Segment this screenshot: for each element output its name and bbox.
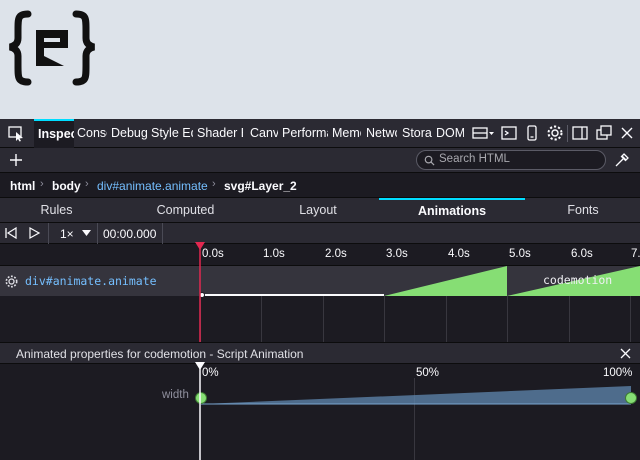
tick-label: 1.0s	[263, 248, 285, 260]
current-time-label: 00:00.000	[103, 227, 157, 241]
tab-memory[interactable]: Memory	[332, 119, 361, 148]
chevron-down-icon	[82, 230, 91, 236]
toolbar-divider	[48, 223, 49, 244]
search-html-input[interactable]: Search HTML	[416, 150, 606, 170]
breadcrumb-html[interactable]: html	[10, 179, 35, 193]
responsive-design-icon[interactable]	[522, 123, 542, 143]
close-icon[interactable]	[619, 347, 632, 360]
animation-timeline: 0.0s 1.0s 2.0s 3.0s 4.0s 5.0s 6.0s 7.0s …	[0, 242, 640, 342]
animation-name-label: codemotion	[543, 273, 613, 287]
tab-layout[interactable]: Layout	[252, 198, 384, 223]
tab-network[interactable]: Network	[366, 119, 397, 148]
breadcrumb-body[interactable]: body	[52, 179, 81, 193]
animated-properties-header: Animated properties for codemotion - Scr…	[0, 342, 640, 364]
percent-label: 100%	[603, 367, 633, 379]
animation-row[interactable]: div#animate.animate codemotion	[0, 266, 640, 296]
tab-rules[interactable]: Rules	[0, 198, 113, 223]
tab-animations[interactable]: Animations	[379, 198, 525, 223]
toolbar-divider	[567, 125, 568, 142]
eyedropper-icon[interactable]	[613, 151, 631, 169]
breadcrumb: html › body › div#animate.animate › svg#…	[0, 173, 640, 198]
devtools-tabbar: Inspector Console Debugger Style Editor …	[0, 119, 640, 148]
markup-toolbar: Search HTML	[0, 148, 640, 173]
toolbar-divider	[162, 223, 163, 244]
tab-storage[interactable]: Storage	[402, 119, 432, 148]
tab-style-editor[interactable]: Style Editor	[151, 119, 193, 148]
tab-dom[interactable]: DOM	[436, 119, 464, 148]
animated-properties-title: Animated properties for codemotion - Scr…	[16, 347, 304, 361]
play-icon[interactable]	[26, 225, 42, 241]
search-placeholder: Search HTML	[439, 153, 510, 165]
tab-canvas[interactable]: Canvas	[250, 119, 278, 148]
property-name: width	[162, 389, 189, 401]
overflow-tabs-icon[interactable]	[471, 123, 495, 143]
breadcrumb-separator-icon: ›	[40, 178, 44, 190]
tab-performance[interactable]: Performance	[282, 119, 328, 148]
breadcrumb-separator-icon: ›	[212, 178, 216, 190]
target-node-icon[interactable]	[5, 275, 18, 288]
breadcrumb-svg-layer[interactable]: svg#Layer_2	[224, 179, 297, 193]
split-console-icon[interactable]	[499, 123, 519, 143]
tick-label: 2.0s	[325, 248, 347, 260]
playback-rate-value: 1×	[60, 227, 74, 241]
rewind-icon[interactable]	[3, 225, 19, 241]
tick-label: 4.0s	[448, 248, 470, 260]
tab-fonts[interactable]: Fonts	[526, 198, 640, 223]
toolbar-divider	[97, 223, 98, 244]
sidebar-tabs: Rules Computed Layout Animations Fonts	[0, 198, 640, 223]
animated-properties-pane: 0% 50% 100% width	[0, 362, 640, 460]
tab-debugger[interactable]: Debugger	[111, 119, 147, 148]
page-viewport	[0, 0, 640, 119]
scrubber-playhead[interactable]	[194, 242, 206, 342]
search-icon	[424, 155, 435, 166]
tab-computed[interactable]: Computed	[120, 198, 251, 223]
tab-inspector[interactable]: Inspector	[34, 119, 74, 148]
breadcrumb-div-animate[interactable]: div#animate.animate	[97, 179, 208, 193]
tick-label: 6.0s	[571, 248, 593, 260]
tick-label: 5.0s	[509, 248, 531, 260]
settings-gear-icon[interactable]	[545, 123, 565, 143]
tick-label: 7.0s	[631, 248, 640, 260]
separate-window-icon[interactable]	[594, 123, 614, 143]
breadcrumb-separator-icon: ›	[85, 178, 89, 190]
tab-console[interactable]: Console	[77, 119, 107, 148]
add-node-plus-icon[interactable]	[7, 151, 25, 169]
element-picker-icon[interactable]	[6, 123, 26, 143]
close-devtools-icon[interactable]	[617, 123, 637, 143]
dock-side-icon[interactable]	[570, 123, 590, 143]
timeline-ticks: 0.0s 1.0s 2.0s 3.0s 4.0s 5.0s 6.0s 7.0s	[0, 244, 640, 266]
tick-label: 3.0s	[386, 248, 408, 260]
percent-label: 50%	[416, 367, 440, 379]
property-scrubber[interactable]	[194, 362, 206, 460]
codemotion-logo-icon	[9, 10, 95, 86]
tab-shader-editor[interactable]: Shader Editor	[197, 119, 243, 148]
animation-target[interactable]: div#animate.animate	[25, 274, 157, 288]
playback-rate-select[interactable]: 1×	[53, 223, 95, 244]
property-value-graph[interactable]	[194, 386, 640, 412]
animation-toolbar: 1× 00:00.000	[0, 223, 640, 244]
